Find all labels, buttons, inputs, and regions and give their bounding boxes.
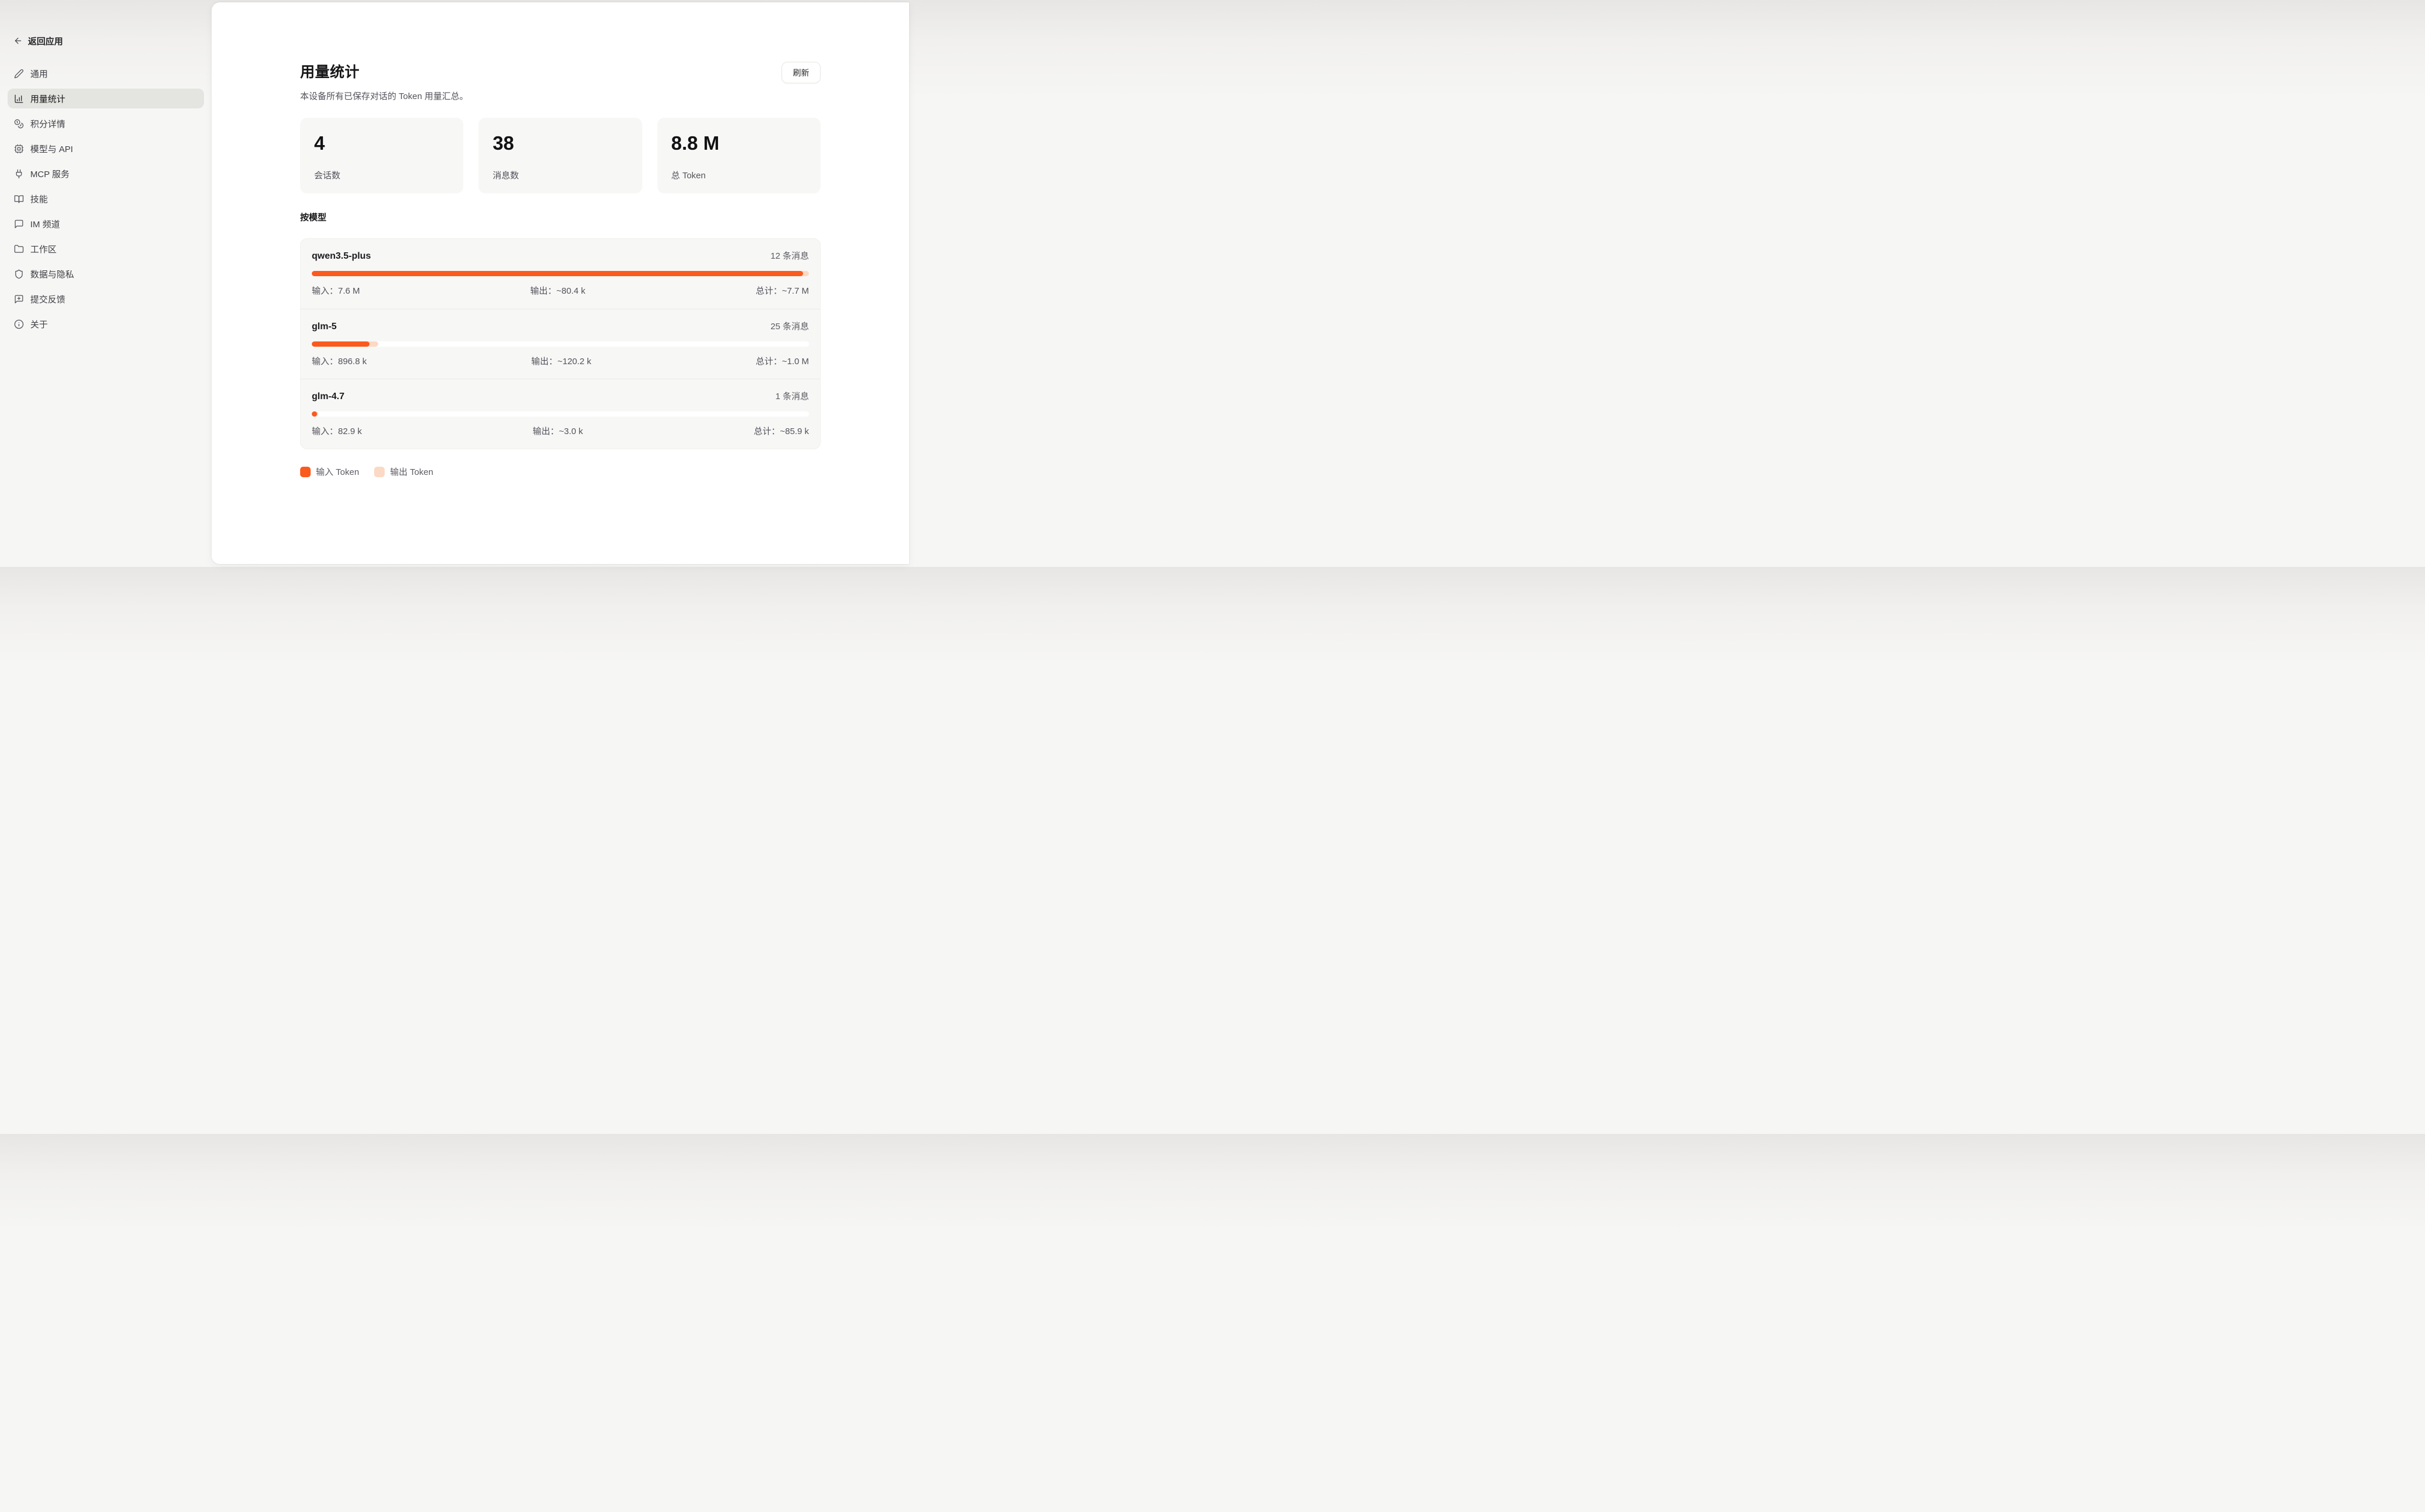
model-total-tokens: 总计：~7.7 M (756, 284, 809, 297)
sidebar-nav: 通用 用量统计 积分详情 模型与 API MCP 服务 技能 IM 频道 工作区… (8, 64, 204, 334)
feedback-icon (14, 294, 24, 304)
sidebar-item-label: 技能 (30, 193, 48, 205)
stat-value: 38 (492, 132, 628, 154)
model-input-tokens: 输入：7.6 M (312, 284, 360, 297)
legend-swatch (300, 467, 311, 477)
refresh-button[interactable]: 刷新 (782, 62, 821, 83)
model-row-head: glm-5 25 条消息 (312, 320, 809, 334)
input-token-bar-segment (312, 341, 369, 347)
legend: 输入 Token 输出 Token (300, 466, 821, 478)
sidebar-item-label: 数据与隐私 (30, 268, 74, 280)
sidebar-item-about[interactable]: 关于 (8, 314, 204, 334)
page-header-text: 用量统计 本设备所有已保存对话的 Token 用量汇总。 (300, 61, 468, 102)
coins-icon (14, 119, 24, 129)
info-icon (14, 319, 24, 329)
folder-icon (14, 244, 24, 254)
book-icon (14, 194, 24, 204)
sidebar-item-usage[interactable]: 用量统计 (8, 89, 204, 108)
model-name: qwen3.5-plus (312, 251, 371, 262)
legend-label: 输入 Token (316, 466, 359, 478)
model-message-count: 12 条消息 (770, 249, 809, 262)
model-name: glm-5 (312, 322, 337, 332)
model-output-tokens: 输出：~3.0 k (533, 425, 583, 437)
sidebar-item-privacy[interactable]: 数据与隐私 (8, 264, 204, 284)
section-title-by-model: 按模型 (300, 211, 821, 223)
sidebar-item-label: 工作区 (30, 243, 57, 255)
sidebar-item-im-channel[interactable]: IM 频道 (8, 214, 204, 234)
sidebar-item-label: 通用 (30, 68, 48, 80)
sidebar-item-label: 关于 (30, 318, 48, 330)
main-panel: 用量统计 本设备所有已保存对话的 Token 用量汇总。 刷新 4 会话数 38… (212, 2, 909, 564)
chip-icon (14, 144, 24, 154)
model-row-head: qwen3.5-plus 12 条消息 (312, 249, 809, 263)
sidebar-item-feedback[interactable]: 提交反馈 (8, 289, 204, 309)
stat-value: 8.8 M (671, 132, 807, 154)
model-name: glm-4.7 (312, 392, 344, 402)
page-subtitle: 本设备所有已保存对话的 Token 用量汇总。 (300, 90, 468, 102)
model-row-head: glm-4.7 1 条消息 (312, 390, 809, 404)
legend-swatch (374, 467, 385, 477)
sidebar-item-workspace[interactable]: 工作区 (8, 239, 204, 259)
stat-label: 总 Token (671, 169, 807, 181)
sidebar-item-label: 模型与 API (30, 143, 73, 155)
stat-card: 4 会话数 (300, 118, 463, 193)
model-usage-row: glm-4.7 1 条消息 输入：82.9 k 输出：~3.0 k 总计：~85… (301, 379, 820, 449)
model-input-tokens: 输入：896.8 k (312, 355, 367, 367)
stat-card: 8.8 M 总 Token (657, 118, 821, 193)
sidebar-item-general[interactable]: 通用 (8, 64, 204, 83)
plug-icon (14, 169, 24, 179)
chat-icon (14, 219, 24, 229)
model-input-tokens: 输入：82.9 k (312, 425, 362, 437)
usage-content: 用量统计 本设备所有已保存对话的 Token 用量汇总。 刷新 4 会话数 38… (300, 2, 821, 478)
model-usage-row: qwen3.5-plus 12 条消息 输入：7.6 M 输出：~80.4 k … (301, 239, 820, 309)
arrow-left-icon (13, 36, 23, 45)
sidebar-item-mcp[interactable]: MCP 服务 (8, 164, 204, 184)
model-usage-row: glm-5 25 条消息 输入：896.8 k 输出：~120.2 k 总计：~… (301, 309, 820, 379)
back-button[interactable]: 返回应用 (8, 34, 204, 48)
model-output-tokens: 输出：~80.4 k (530, 284, 586, 297)
stat-value: 4 (314, 132, 449, 154)
sidebar-item-credits[interactable]: 积分详情 (8, 114, 204, 133)
token-usage-bar (312, 411, 809, 417)
sidebar-item-skills[interactable]: 技能 (8, 189, 204, 209)
model-token-stats: 输入：896.8 k 输出：~120.2 k 总计：~1.0 M (312, 355, 809, 367)
sidebar-item-label: IM 频道 (30, 218, 60, 230)
page-title: 用量统计 (300, 61, 468, 82)
model-usage-list: qwen3.5-plus 12 条消息 输入：7.6 M 输出：~80.4 k … (300, 238, 821, 449)
sidebar-item-label: 提交反馈 (30, 293, 65, 305)
legend-label: 输出 Token (390, 466, 433, 478)
pencil-icon (14, 69, 24, 79)
shield-icon (14, 269, 24, 279)
input-token-bar-segment (312, 271, 803, 276)
model-message-count: 25 条消息 (770, 320, 809, 332)
sidebar-item-label: 用量统计 (30, 93, 65, 105)
token-usage-bar (312, 271, 809, 276)
summary-cards: 4 会话数 38 消息数 8.8 M 总 Token (300, 118, 821, 193)
model-total-tokens: 总计：~85.9 k (754, 425, 809, 437)
page-header: 用量统计 本设备所有已保存对话的 Token 用量汇总。 刷新 (300, 61, 821, 102)
model-token-stats: 输入：82.9 k 输出：~3.0 k 总计：~85.9 k (312, 425, 809, 437)
model-output-tokens: 输出：~120.2 k (531, 355, 591, 367)
legend-item: 输出 Token (374, 466, 433, 478)
sidebar-item-label: MCP 服务 (30, 168, 69, 180)
stat-card: 38 消息数 (478, 118, 642, 193)
legend-item: 输入 Token (300, 466, 359, 478)
sidebar-item-label: 积分详情 (30, 118, 65, 130)
stat-label: 会话数 (314, 169, 449, 181)
model-message-count: 1 条消息 (775, 390, 809, 402)
sidebar: 返回应用 通用 用量统计 积分详情 模型与 API MCP 服务 技能 IM 频… (0, 0, 212, 567)
bar-chart-icon (14, 94, 24, 104)
stat-label: 消息数 (492, 169, 628, 181)
model-total-tokens: 总计：~1.0 M (756, 355, 809, 367)
back-label: 返回应用 (28, 35, 63, 47)
sidebar-item-models-api[interactable]: 模型与 API (8, 139, 204, 158)
model-token-stats: 输入：7.6 M 输出：~80.4 k 总计：~7.7 M (312, 284, 809, 297)
token-usage-bar (312, 341, 809, 347)
